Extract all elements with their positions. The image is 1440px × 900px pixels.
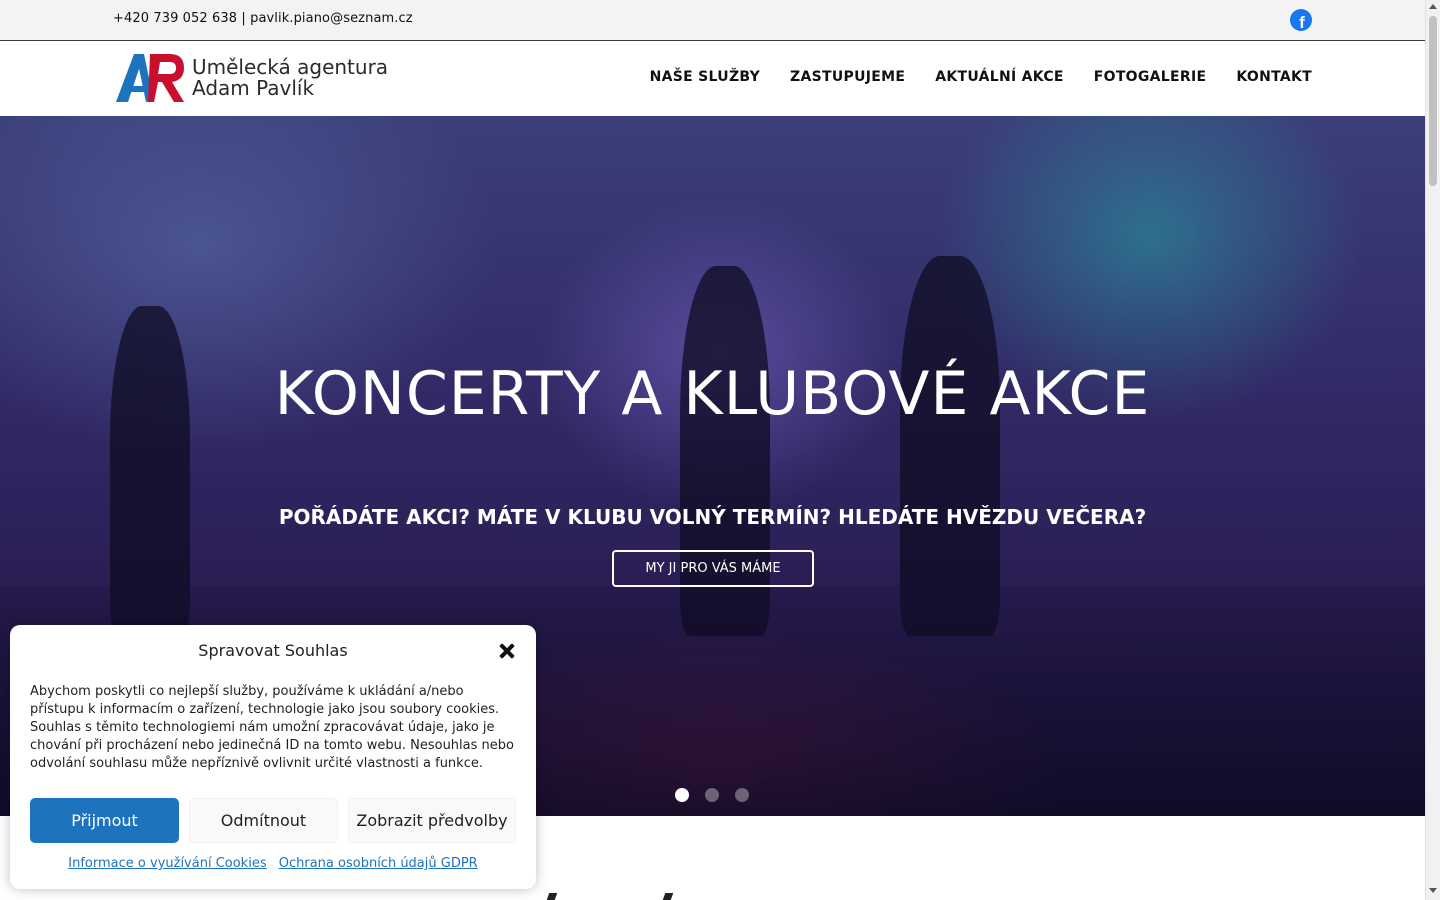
facebook-icon[interactable]: f (1290, 9, 1312, 31)
top-bar: +420 739 052 638 | pavlik.piano@seznam.c… (0, 0, 1425, 41)
cookie-modal-text: Abychom poskytli co nejlepší služby, pou… (30, 684, 514, 771)
scrollbar-thumb[interactable] (1429, 16, 1437, 186)
cookie-modal-title: Spravovat Souhlas (198, 641, 348, 660)
logo-line-1: Umělecká agentura (192, 55, 389, 79)
nav-item-events[interactable]: AKTUÁLNÍ AKCE (935, 69, 1064, 85)
scroll-down-icon[interactable] (1429, 888, 1437, 893)
main-nav: NAŠE SLUŽBY ZASTUPUJEME AKTUÁLNÍ AKCE FO… (650, 69, 1312, 85)
nav-item-services[interactable]: NAŠE SLUŽBY (650, 69, 760, 85)
nav-item-gallery[interactable]: FOTOGALERIE (1094, 69, 1207, 85)
scroll-up-icon[interactable] (1429, 4, 1437, 9)
slider-dot-3[interactable] (735, 788, 749, 802)
site-logo[interactable]: Umělecká agentura Adam Pavlík (114, 52, 388, 104)
contact-info: +420 739 052 638 | pavlik.piano@seznam.c… (113, 11, 413, 26)
slider-dot-2[interactable] (705, 788, 719, 802)
nav-item-represent[interactable]: ZASTUPUJEME (790, 69, 905, 85)
accept-button[interactable]: Přijmout (30, 798, 179, 843)
nav-item-contact[interactable]: KONTAKT (1236, 69, 1312, 85)
preferences-button[interactable]: Zobrazit předvolby (348, 798, 516, 843)
section-heading-partial (540, 890, 700, 900)
logo-mark-icon (116, 54, 184, 102)
cookies-info-link[interactable]: Informace o využívání Cookies (68, 856, 266, 871)
slider-dots (675, 788, 749, 802)
logo-line-2: Adam Pavlík (192, 76, 315, 100)
close-icon[interactable] (496, 640, 518, 662)
hero-cta-button[interactable]: MY JI PRO VÁS MÁME (612, 550, 814, 587)
site-header: Umělecká agentura Adam Pavlík NAŠE SLUŽB… (0, 41, 1425, 116)
logo-text: Umělecká agentura Adam Pavlík (192, 57, 388, 99)
slider-dot-1[interactable] (675, 788, 689, 802)
cookie-consent-modal: Spravovat Souhlas Abychom poskytli co ne… (10, 625, 536, 889)
page-scrollbar[interactable] (1425, 0, 1440, 900)
hero-title: KONCERTY A KLUBOVÉ AKCE (274, 359, 1151, 429)
deny-button[interactable]: Odmítnout (189, 798, 338, 843)
hero-image-figure (900, 256, 1000, 636)
cookie-modal-links: Informace o využívání Cookies Ochrana os… (10, 856, 536, 871)
hero-subtitle: POŘÁDÁTE AKCI? MÁTE V KLUBU VOLNÝ TERMÍN… (278, 505, 1147, 529)
gdpr-link[interactable]: Ochrana osobních údajů GDPR (279, 856, 478, 871)
